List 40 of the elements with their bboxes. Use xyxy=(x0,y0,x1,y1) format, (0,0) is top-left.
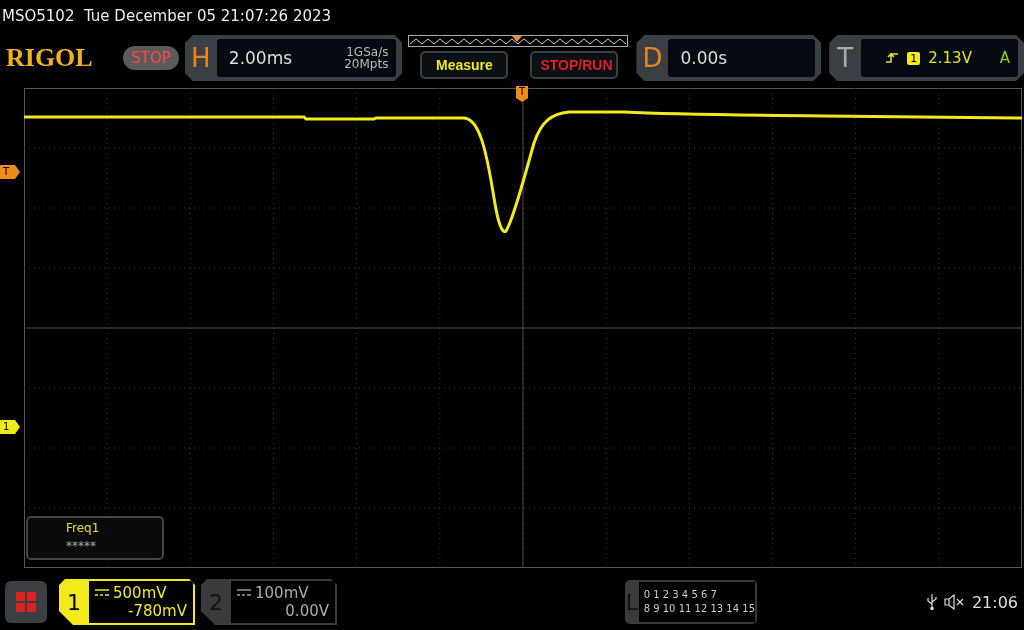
grid-squares-icon xyxy=(15,591,37,613)
delay-value: 0.00s xyxy=(680,48,728,68)
speaker-muted-icon[interactable] xyxy=(943,594,966,610)
dc-coupling-icon xyxy=(95,589,109,597)
brand-logo: RIGOL xyxy=(6,43,94,73)
trigger-mode: A xyxy=(999,49,1011,67)
device-title: MSO5102 Tue December 05 21:07:26 2023 xyxy=(1,6,333,27)
measurement-value: ***** xyxy=(66,539,97,553)
channel-scale: 500mV xyxy=(113,584,167,602)
timebase-value: 2.00ms xyxy=(228,48,293,68)
menu-button[interactable] xyxy=(5,581,47,623)
clock-time: 21:06 xyxy=(971,592,1018,612)
channel-panel[interactable]: 1 500mV -780mV xyxy=(59,579,195,625)
horizontal-letter: H xyxy=(190,42,212,75)
trigger-source: 1 xyxy=(907,51,921,65)
channel-scale: 100mV xyxy=(255,584,309,602)
dc-coupling-icon xyxy=(237,589,251,597)
run-state-indicator: STOP xyxy=(123,46,179,70)
rising-edge-icon xyxy=(885,51,900,65)
measurement-name: Freq1 xyxy=(66,521,101,535)
horizontal-panel[interactable]: H 2.00ms 1GSa/s 20Mpts xyxy=(184,35,403,81)
trigger-position-marker[interactable]: T xyxy=(516,86,529,102)
logic-channel-numbers: 0 1 2 3 4 5 6 7 xyxy=(643,588,718,602)
channel-offset: -780mV xyxy=(128,602,188,620)
channel-number: 1 xyxy=(66,588,82,617)
logic-channel-numbers: 8 9 10 11 12 13 14 15 xyxy=(643,602,755,616)
memory-depth: 20Mpts xyxy=(344,58,389,70)
delay-panel[interactable]: D 0.00s xyxy=(636,35,822,81)
sample-rate: 1GSa/s xyxy=(346,46,389,58)
level-marker[interactable]: 1 xyxy=(0,420,20,434)
channel-offset: 0.00V xyxy=(285,602,330,620)
soft-button[interactable]: STOP/RUN xyxy=(530,51,619,79)
measurement-panel[interactable]: Freq1 ***** xyxy=(26,516,164,560)
usb-icon xyxy=(925,593,938,611)
soft-button[interactable]: Measure xyxy=(420,51,509,79)
level-marker[interactable]: T xyxy=(0,165,20,179)
trigger-panel[interactable]: T 1 2.13V A xyxy=(829,35,1024,81)
delay-letter: D xyxy=(641,42,664,75)
trigger-letter: T xyxy=(836,42,855,75)
trigger-level: 2.13V xyxy=(928,49,972,67)
